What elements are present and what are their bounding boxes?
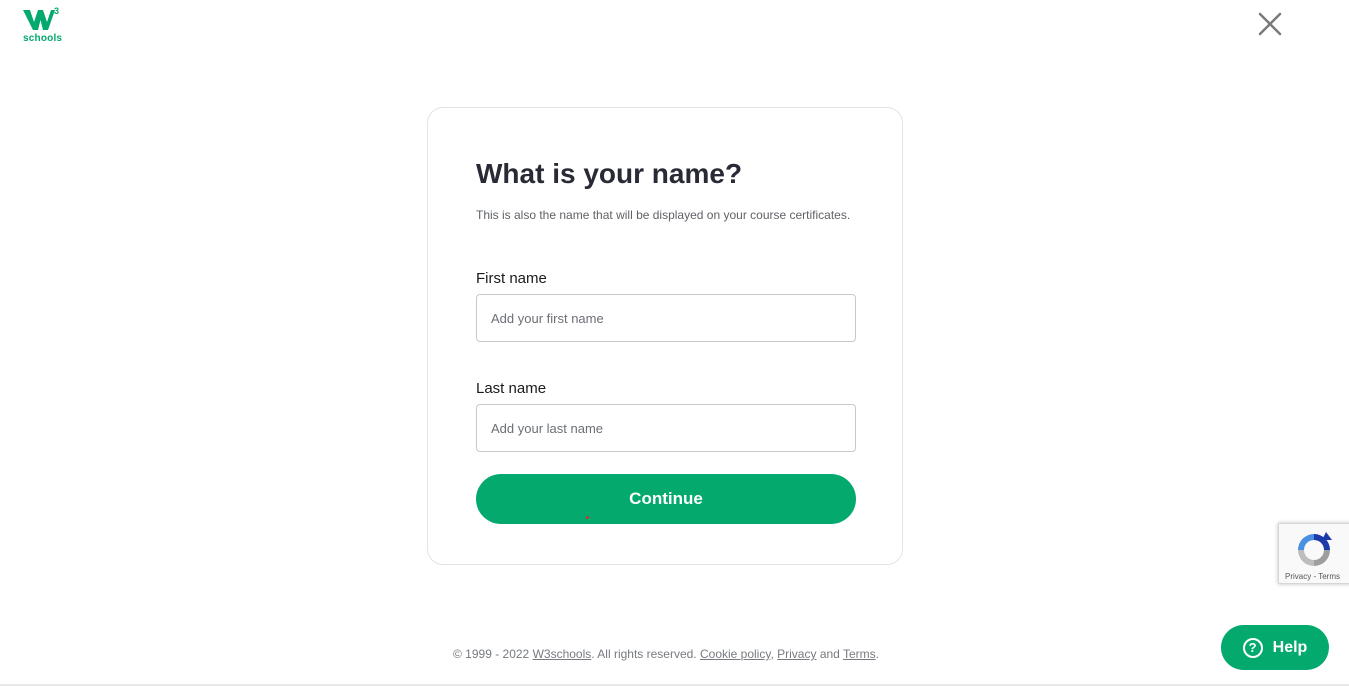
first-name-label: First name [476, 270, 547, 287]
page-title: What is your name? [476, 158, 743, 189]
recaptcha-terms-link[interactable]: Terms [1318, 572, 1340, 581]
close-icon [1258, 12, 1282, 36]
footer-privacy-link[interactable]: Privacy [777, 647, 816, 661]
logo-wordmark: schools [23, 33, 63, 44]
signup-name-page: 3 schools What is your name? This is als… [0, 0, 1349, 686]
question-circle-icon: ? [1242, 637, 1263, 658]
svg-text:3: 3 [54, 6, 59, 16]
footer-cookie-policy-link[interactable]: Cookie policy [700, 647, 770, 661]
w3-logo-icon: 3 [23, 6, 59, 30]
w3schools-logo[interactable]: 3 schools [22, 6, 62, 44]
footer: © 1999 - 2022 W3schools. All rights rese… [0, 647, 1332, 661]
help-button[interactable]: ? Help [1221, 625, 1329, 670]
recaptcha-links: Privacy - Terms [1285, 572, 1340, 581]
footer-w3schools-link[interactable]: W3schools [533, 647, 592, 661]
continue-button[interactable]: Continue [476, 474, 856, 524]
footer-rights: . All rights reserved. [591, 647, 700, 661]
footer-copyright: © 1999 - 2022 [453, 647, 533, 661]
footer-and: and [816, 647, 843, 661]
recaptcha-privacy-link[interactable]: Privacy [1285, 572, 1311, 581]
help-label: Help [1272, 638, 1308, 656]
last-name-label: Last name [476, 380, 547, 397]
footer-terms-link[interactable]: Terms [843, 647, 876, 661]
recaptcha-icon [1298, 532, 1332, 566]
name-form-card: What is your name? This is also the name… [427, 107, 903, 565]
page-subtitle: This is also the name that will be displ… [476, 208, 851, 222]
last-name-input[interactable] [476, 404, 856, 452]
close-button[interactable] [1256, 10, 1284, 38]
first-name-input[interactable] [476, 294, 856, 342]
recaptcha-badge[interactable]: Privacy - Terms [1278, 523, 1349, 584]
footer-end: . [875, 647, 879, 661]
cursor-marker [586, 516, 589, 519]
